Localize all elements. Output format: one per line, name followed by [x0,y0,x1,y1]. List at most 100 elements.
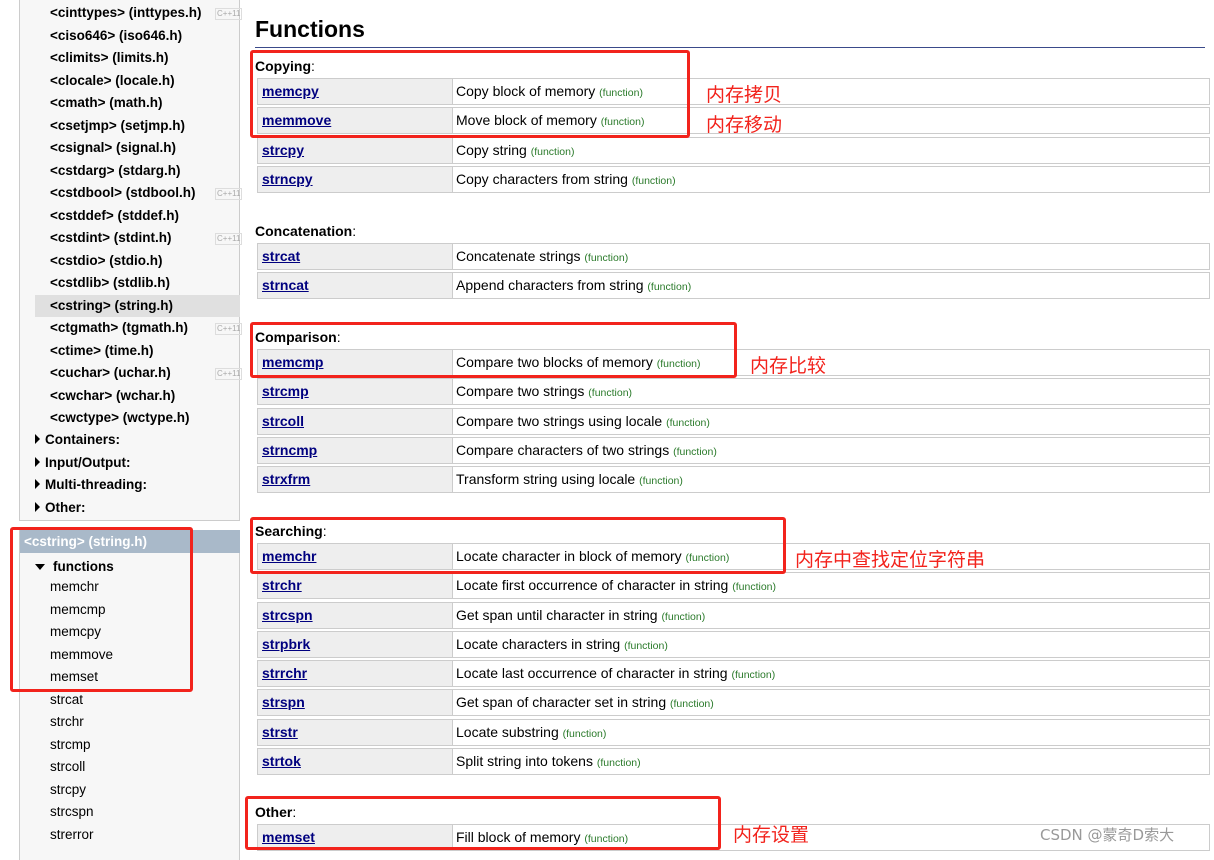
sidebar-header-item[interactable]: <cwctype> (wctype.h) [50,407,190,429]
sidebar-header-item[interactable]: <cstdio> (stdio.h) [50,250,163,272]
type-label: (function) [661,610,706,623]
sidebar-function-link[interactable]: strcoll [50,756,85,778]
sidebar-header-item[interactable]: <ciso646> (iso646.h) [50,25,182,47]
annotation-move: 内存移动 [706,114,783,136]
function-description: Compare two strings (function) [456,383,633,400]
function-description: Get span of character set in string (fun… [456,694,714,711]
type-label: (function) [732,581,777,594]
function-link[interactable]: strncat [258,273,453,299]
function-description: Transform string using locale (function) [456,471,683,488]
page-title: Functions [255,16,365,42]
function-row: strcoll Compare two strings using locale… [257,407,1210,435]
sidebar-header-item[interactable]: <cstdlib> (stdlib.h) [50,272,170,294]
function-row: strchr Locate first occurrence of charac… [257,572,1210,600]
type-label: (function) [588,387,633,400]
type-label: (function) [596,757,641,770]
caret-right-icon [35,434,40,444]
cpp11-badge: C++11 [215,188,243,200]
header-label: <clocale> (locale.h) [50,72,175,88]
type-label: (function) [584,252,629,264]
sidebar-function-link[interactable]: strerror [50,824,94,846]
function-link[interactable]: strpbrk [258,631,453,657]
header-label: <cstdarg> (stdarg.h) [50,162,181,178]
sidebar-group[interactable]: Multi-threading: [35,474,147,496]
function-description: Append characters from string (function) [456,277,692,294]
sidebar-header-item[interactable]: <ctime> (time.h) [50,340,154,362]
sidebar-header-item[interactable]: <cstdarg> (stdarg.h) [50,160,181,182]
function-description: Compare characters of two strings (funct… [456,441,717,458]
function-link[interactable]: strtok [258,749,453,775]
function-row: strpbrk Locate characters in string (fun… [257,630,1210,658]
sidebar-header-item[interactable]: <cstddef> (stddef.h) [50,205,179,227]
header-label: <ctgmath> (tgmath.h) [50,320,189,335]
header-label: <cstdlib> (stdlib.h) [50,275,171,290]
header-label: <cuchar> (uchar.h) [50,365,171,380]
function-row: strncat Append characters from string (f… [257,272,1210,300]
highlight-box-sidebar [10,527,193,692]
function-row: strncmp Compare characters of two string… [257,436,1210,464]
sidebar-function-link[interactable]: strcmp [50,734,91,756]
function-row: strcspn Get span until character in stri… [257,601,1210,629]
type-label: (function) [562,727,607,740]
function-link[interactable]: strspn [258,690,453,716]
function-description: Locate characters in string (function) [456,635,668,652]
sidebar-header-item[interactable]: <cstdbool> (stdbool.h) [50,182,196,204]
function-row: strxfrm Transform string using locale (f… [257,466,1210,494]
section-concatenation: Concatenation: strcat Concatenate string… [255,220,1210,302]
sidebar-header-item[interactable]: <cstring> (string.h) [35,294,240,317]
title-divider [255,47,1205,48]
sidebar-header-item[interactable]: <cwchar> (wchar.h) [50,385,175,407]
sidebar-header-item[interactable]: <cstdint> (stdint.h) [50,227,172,249]
sidebar-header-item[interactable]: <climits> (limits.h) [50,47,169,69]
function-link[interactable]: strchr [258,573,453,599]
sidebar-function-link[interactable]: strcspn [50,801,94,823]
function-link[interactable]: strcmp [258,379,453,405]
annotation-set: 内存设置 [733,824,810,846]
type-label: (function) [631,174,676,187]
sidebar-group[interactable]: Containers: [35,429,120,451]
header-label: <csetjmp> (setjmp.h) [50,117,186,133]
function-description: Locate first occurrence of character in … [456,577,777,594]
highlight-box-searching [250,517,786,574]
sidebar-group[interactable]: Other: [35,497,86,519]
caret-right-icon [35,501,40,512]
function-link[interactable]: strcspn [258,602,453,628]
header-label: <cstddef> (stddef.h) [50,207,180,223]
function-row: strcpy Copy string (function) [257,136,1210,164]
function-row: strcat Concatenate strings (function) [257,243,1210,270]
type-label: (function) [530,145,575,158]
sidebar-header-item[interactable]: <cuchar> (uchar.h) [50,362,171,384]
header-label: <cwctype> (wctype.h) [50,410,190,425]
sidebar-function-link[interactable]: strchr [50,711,84,733]
function-link[interactable]: strncpy [258,166,453,192]
sidebar-header-item[interactable]: <csetjmp> (setjmp.h) [50,115,185,137]
cpp11-badge: C++11 [215,368,243,380]
sidebar-header-item[interactable]: <cinttypes> (inttypes.h) [50,2,202,24]
function-row: strspn Get span of character set in stri… [257,689,1210,717]
cpp11-badge: C++11 [215,8,243,20]
type-label: (function) [670,698,714,711]
header-label: <cstdint> (stdint.h) [50,230,172,245]
sidebar-header-item[interactable]: <ctgmath> (tgmath.h) [50,317,188,339]
cpp11-badge: C++11 [215,233,243,245]
function-link[interactable]: strstr [258,719,453,745]
function-link[interactable]: strcat [258,244,453,269]
function-link[interactable]: strcpy [258,137,453,163]
function-link[interactable]: strrchr [258,661,453,687]
type-label: (function) [666,416,710,429]
highlight-box-comparison [250,322,737,378]
sidebar-function-link[interactable]: strcpy [50,779,86,801]
sidebar-header-item[interactable]: <cmath> (math.h) [50,92,163,114]
function-link[interactable]: strncmp [258,437,453,463]
caret-right-icon [35,456,40,467]
sidebar-header-item[interactable]: <csignal> (signal.h) [50,137,176,159]
function-link[interactable]: strxfrm [258,467,453,493]
function-row: strrchr Locate last occurrence of charac… [257,660,1210,688]
sidebar-header-item[interactable]: <clocale> (locale.h) [50,70,175,92]
type-label: (function) [731,669,776,682]
function-row: strstr Locate substring (function) [257,718,1210,746]
sidebar-group[interactable]: Input/Output: [35,452,130,474]
function-link[interactable]: strcoll [258,408,453,434]
function-description: Copy string (function) [456,141,575,158]
header-label: <cwchar> (wchar.h) [50,387,176,403]
